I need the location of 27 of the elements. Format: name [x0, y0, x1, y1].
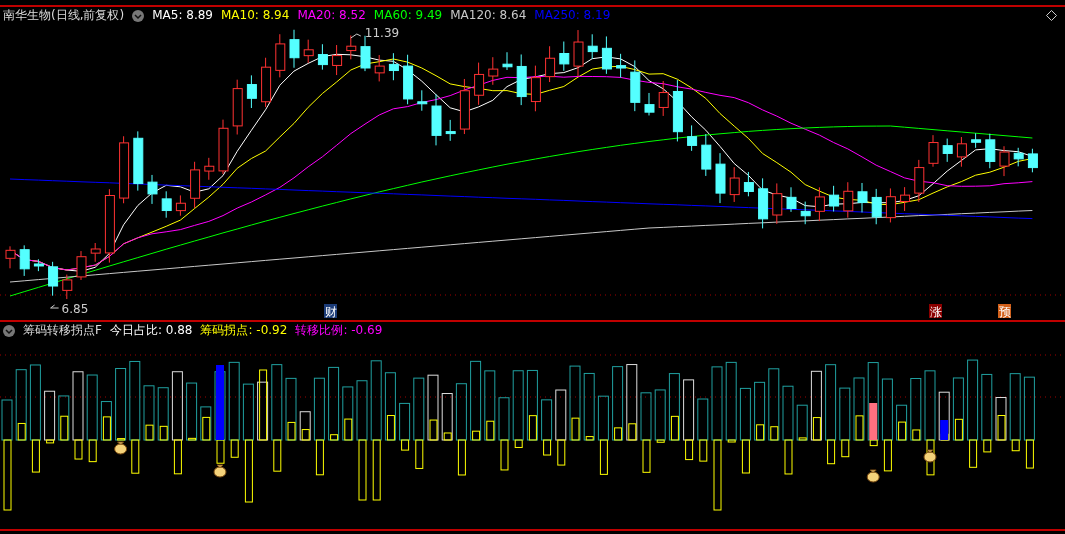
low-price-label: 6.85	[61, 302, 89, 316]
indicator-value: 筹码拐点: -0.92	[200, 322, 288, 339]
chart-title: 南华生物(日线,前复权)	[3, 7, 125, 24]
dropdown-icon[interactable]	[3, 324, 15, 337]
dropdown-icon[interactable]	[132, 9, 145, 22]
event-tag[interactable]: 财	[324, 304, 337, 319]
money-bag-icon	[923, 449, 937, 463]
diamond-icon[interactable]	[1046, 10, 1057, 21]
leader-line	[350, 33, 362, 39]
ma-legend-value: MA5: 8.89	[152, 7, 213, 24]
money-bag-icon	[866, 469, 880, 483]
event-tag[interactable]: 涨	[929, 304, 942, 319]
ma-legend-value: MA20: 8.52	[297, 7, 366, 24]
ma-legend-value: MA120: 8.64	[450, 7, 527, 24]
ma-legend-value: MA10: 8.94	[220, 7, 290, 24]
highlight-bar	[940, 420, 949, 440]
ma-legend-value: MA250: 8.19	[534, 7, 611, 24]
highlight-bar	[869, 403, 878, 440]
indicator-value: 今日占比: 0.88	[109, 322, 193, 339]
indicator-value: 转移比例: -0.69	[295, 322, 383, 339]
high-price-label: 11.39	[364, 26, 400, 40]
ma-legend-value: MA60: 9.49	[373, 7, 443, 24]
money-bag-icon	[114, 441, 128, 455]
indicator-name: 筹码转移拐点F	[23, 322, 102, 339]
money-bag-icon	[213, 464, 227, 478]
leader-line	[50, 304, 60, 309]
event-tag[interactable]: 预	[998, 304, 1011, 319]
